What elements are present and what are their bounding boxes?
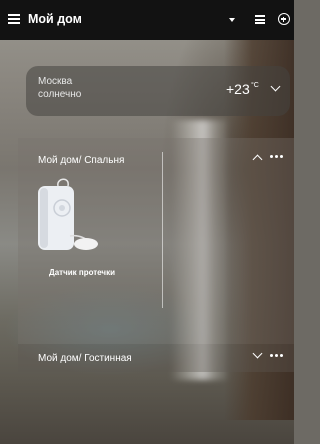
weather-expand-chevron-icon[interactable] xyxy=(270,81,281,92)
column-divider xyxy=(162,152,163,308)
add-icon[interactable] xyxy=(278,13,290,25)
room-title-living-room[interactable]: Мой дом/ Гостинная xyxy=(38,353,132,364)
home-title[interactable]: Мой дом xyxy=(28,12,82,26)
water-leak-sensor-icon[interactable] xyxy=(36,178,100,256)
menu-icon[interactable] xyxy=(8,13,20,25)
weather-condition: солнечно xyxy=(38,89,82,100)
weather-city: Москва xyxy=(38,76,73,87)
device-name-water-leak-sensor[interactable]: Датчик протечки xyxy=(18,268,146,277)
weather-card[interactable]: Москва солнечно +23 °C xyxy=(26,66,290,116)
weather-temperature: +23 xyxy=(226,81,250,97)
list-view-icon[interactable] xyxy=(255,15,265,24)
more-options-icon[interactable] xyxy=(270,155,286,159)
more-options-icon[interactable] xyxy=(270,354,286,358)
top-app-bar: Мой дом xyxy=(0,0,294,40)
room-title-bedroom[interactable]: Мой дом/ Спальня xyxy=(38,155,124,166)
weather-unit: °C xyxy=(251,82,259,89)
home-dropdown-icon[interactable] xyxy=(229,18,235,22)
